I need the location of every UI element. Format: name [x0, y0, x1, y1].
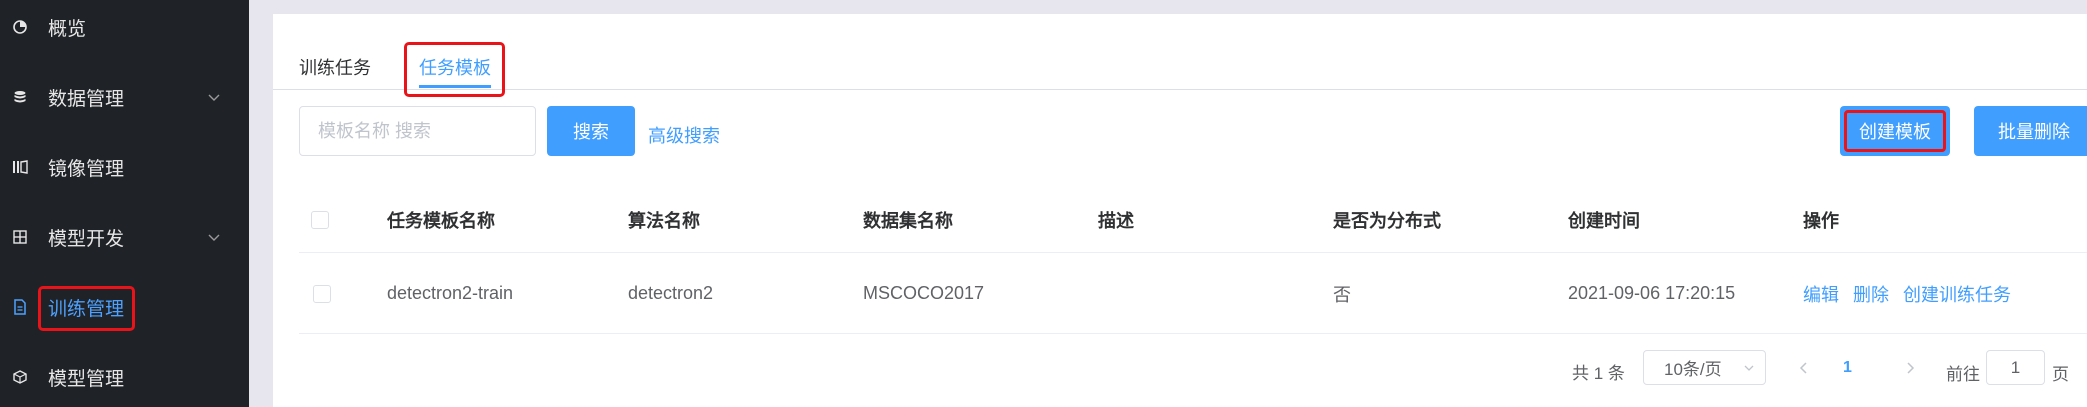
- chevron-down-icon: [1744, 365, 1754, 371]
- column-header: 是否为分布式: [1333, 210, 1441, 231]
- algorithm-name: detectron2: [628, 283, 714, 303]
- goto-label: 前往: [1946, 365, 1980, 384]
- pagination-total: 共 1 条: [1572, 364, 1625, 383]
- dataset-name: MSCOCO2017: [863, 283, 985, 303]
- sidebar-item-label: 模型管理: [48, 368, 125, 390]
- create-training-task-link[interactable]: 创建训练任务: [1903, 281, 2011, 307]
- page-size-select[interactable]: 10条/页: [1643, 350, 1766, 385]
- database-icon: [12, 89, 28, 105]
- next-page-button[interactable]: [1898, 354, 1922, 382]
- chevron-left-icon: [1799, 362, 1807, 374]
- table-row: detectron2-train detectron2 MSCOCO2017 否…: [299, 254, 2087, 334]
- page-size-value: 10条/页: [1664, 360, 1722, 379]
- sidebar-item-mirror[interactable]: 镜像管理: [0, 141, 249, 193]
- search-button[interactable]: 搜索: [547, 106, 635, 156]
- mirror-icon: [12, 159, 28, 175]
- chevron-down-icon: [208, 234, 220, 241]
- column-header: 数据集名称: [863, 210, 953, 231]
- column-header: 任务模板名称: [387, 210, 495, 231]
- batch-delete-button[interactable]: 批量删除: [1974, 106, 2087, 156]
- advanced-search-link[interactable]: 高级搜索: [648, 122, 720, 148]
- active-tab-indicator: [419, 85, 491, 88]
- page-number-current[interactable]: 1: [1843, 359, 1852, 377]
- sidebar-item-label: 镜像管理: [48, 158, 125, 180]
- row-actions: 编辑 删除 创建训练任务: [1803, 254, 2025, 333]
- sidebar-item-label: 模型开发: [48, 228, 125, 250]
- sidebar-item-model-mgmt[interactable]: 模型管理: [0, 351, 249, 403]
- delete-link[interactable]: 删除: [1853, 281, 1889, 307]
- sidebar-item-overview[interactable]: 概览: [0, 1, 249, 53]
- cube-icon: [12, 369, 28, 385]
- document-icon: [12, 299, 28, 315]
- row-checkbox[interactable]: [313, 284, 331, 303]
- chevron-down-icon: [208, 94, 220, 101]
- main-panel: 训练任务 任务模板 搜索 高级搜索 创建模板 批量删除 任务模板名称 算法名称 …: [273, 14, 2087, 407]
- prev-page-button[interactable]: [1792, 354, 1816, 382]
- tab-bar: 训练任务 任务模板: [273, 14, 2087, 97]
- sidebar-item-label: 训练管理: [48, 298, 125, 320]
- chevron-right-icon: [1907, 362, 1915, 374]
- sidebar-item-label: 数据管理: [48, 88, 125, 110]
- column-header: 描述: [1098, 210, 1134, 231]
- template-name: detectron2-train: [387, 283, 514, 303]
- tab-task-templates[interactable]: 任务模板: [419, 54, 491, 80]
- select-all-checkbox[interactable]: [311, 210, 329, 229]
- sidebar-item-training[interactable]: 训练管理: [0, 281, 249, 333]
- tab-training-tasks[interactable]: 训练任务: [299, 54, 371, 80]
- column-header: 创建时间: [1568, 210, 1640, 231]
- sidebar-item-label: 概览: [48, 18, 87, 40]
- sidebar-item-model-dev[interactable]: 模型开发: [0, 211, 249, 263]
- create-template-button[interactable]: 创建模板: [1840, 106, 1950, 156]
- search-input[interactable]: [299, 106, 536, 156]
- column-header: 操作: [1803, 210, 1839, 231]
- pie-chart-icon: [12, 19, 28, 35]
- distributed-flag: 否: [1333, 284, 1351, 305]
- created-time: 2021-09-06 17:20:15: [1568, 283, 1736, 303]
- table-header: 任务模板名称 算法名称 数据集名称 描述 是否为分布式 创建时间 操作: [299, 187, 2087, 253]
- edit-link[interactable]: 编辑: [1803, 281, 1839, 307]
- goto-page-input[interactable]: [1986, 350, 2045, 385]
- sidebar: 概览 数据管理 镜像管理 模型开发 训练管理 模型管理: [0, 0, 249, 407]
- column-header: 算法名称: [628, 210, 700, 231]
- page-suffix-label: 页: [2052, 365, 2069, 384]
- grid-icon: [12, 229, 28, 245]
- sidebar-item-data[interactable]: 数据管理: [0, 71, 249, 123]
